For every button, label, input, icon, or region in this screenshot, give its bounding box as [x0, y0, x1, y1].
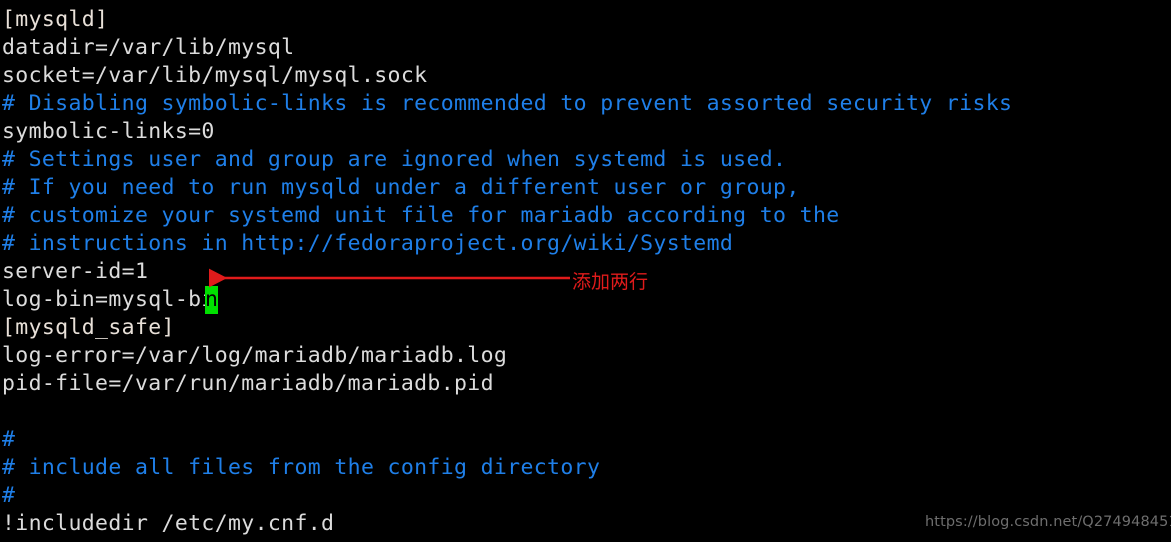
config-line-mysqld-section: [mysqld]	[2, 6, 108, 34]
config-line-log-error: log-error=/var/log/mariadb/mariadb.log	[2, 343, 508, 368]
annotation-label-add-two-lines: 添加两行	[572, 271, 649, 293]
config-line-datadir: datadir=/var/lib/mysql	[2, 35, 295, 60]
config-line-server-id: server-id=1	[2, 259, 149, 284]
config-line-comment-customize: # customize your systemd unit file for m…	[2, 203, 840, 228]
config-line-comment-symlinks: # Disabling symbolic-links is recommende…	[2, 91, 1013, 116]
config-line-comment-includeall: # include all files from the config dire…	[2, 455, 601, 480]
config-line-comment-ifyouneed: # If you need to run mysqld under a diff…	[2, 175, 800, 200]
config-line-log-bin: log-bin=mysql-bi	[2, 287, 215, 312]
config-line-pid-file: pid-file=/var/run/mariadb/mariadb.pid	[2, 371, 494, 396]
config-line-mysqld-safe-section: [mysqld_safe]	[2, 314, 175, 342]
config-line-comment-settings: # Settings user and group are ignored wh…	[2, 147, 787, 172]
config-line-comment-hash-top: #	[2, 427, 16, 452]
text-cursor-block[interactable]: n	[205, 286, 218, 314]
config-line-socket: socket=/var/lib/mysql/mysql.sock	[2, 63, 428, 88]
config-line-text: [mysqld_safe]	[2, 315, 175, 340]
config-line-includedir: !includedir /etc/my.cnf.d	[2, 511, 335, 536]
config-line-text: [mysqld]	[2, 7, 109, 32]
terminal-window: [mysqld] datadir=/var/lib/mysql socket=/…	[0, 0, 1171, 542]
config-line-comment-instructions: # instructions in http://fedoraproject.o…	[2, 231, 734, 256]
watermark-blog-url: https://blog.csdn.net/Q274948451	[925, 514, 1171, 530]
config-line-symbolic-links: symbolic-links=0	[2, 119, 215, 144]
config-line-comment-hash-bottom: #	[2, 483, 16, 508]
